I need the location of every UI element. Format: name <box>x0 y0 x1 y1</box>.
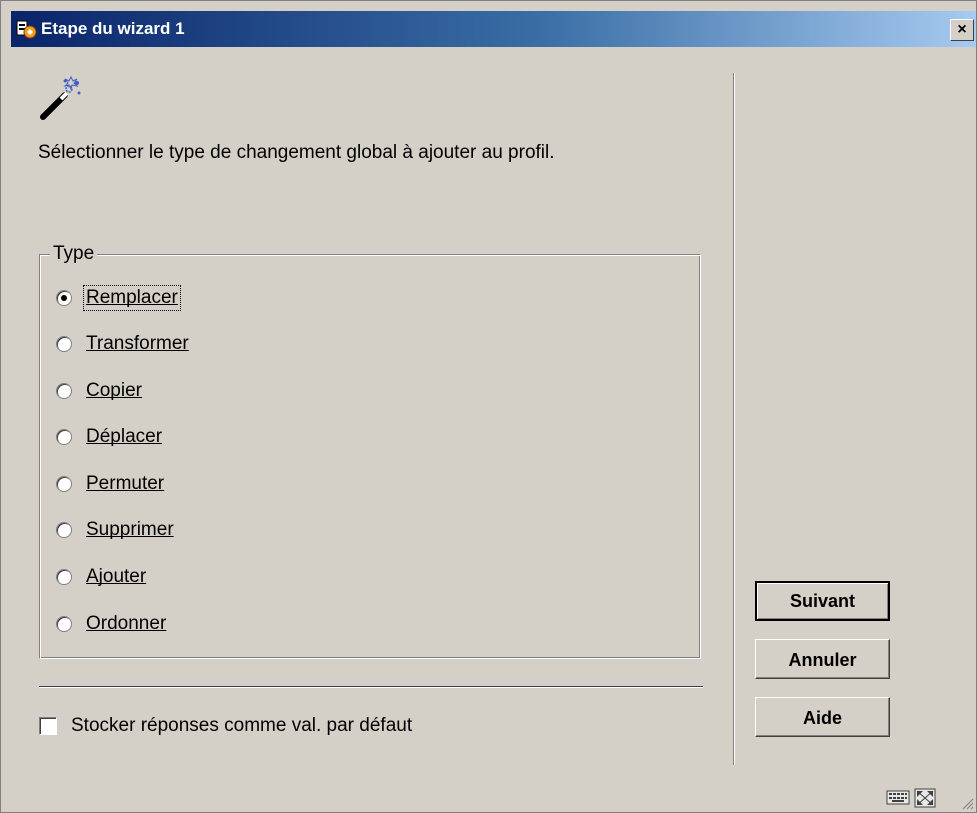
radio-label: Ajouter <box>86 566 147 587</box>
instruction-text: Sélectionner le type de changement globa… <box>38 142 555 163</box>
title-bar[interactable]: Etape du wizard 1 × <box>11 11 976 47</box>
help-button[interactable]: Aide <box>755 697 890 737</box>
radio-label: Transformer <box>86 333 189 354</box>
radio-transformer[interactable]: Transformer <box>56 331 191 357</box>
wizard-window: Etape du wizard 1 × Sélectionner le type… <box>0 0 977 813</box>
radio-copier[interactable]: Copier <box>56 378 144 404</box>
store-defaults-checkbox[interactable]: Stocker réponses comme val. par défaut <box>39 713 412 739</box>
radio-ordonner[interactable]: Ordonner <box>56 611 168 637</box>
radio-label: Remplacer <box>83 285 181 311</box>
type-group-legend: Type <box>50 243 98 265</box>
resize-icon[interactable] <box>914 788 936 812</box>
radio-label: Permuter <box>86 473 165 494</box>
window-title: Etape du wizard 1 <box>41 19 185 38</box>
radio-deplacer[interactable]: Déplacer <box>56 424 164 450</box>
radio-circle[interactable] <box>56 383 72 399</box>
cancel-button[interactable]: Annuler <box>755 639 890 679</box>
radio-label: Ordonner <box>86 613 167 634</box>
size-grip-icon[interactable] <box>960 796 974 810</box>
magic-wand-icon <box>37 73 85 123</box>
type-groupbox <box>39 254 701 659</box>
radio-circle[interactable] <box>56 522 72 538</box>
radio-circle[interactable] <box>56 476 72 492</box>
close-icon: × <box>957 21 967 38</box>
vertical-separator <box>733 73 735 765</box>
radio-remplacer[interactable]: Remplacer <box>56 285 181 311</box>
checkbox-label: Stocker réponses comme val. par défaut <box>71 715 413 736</box>
radio-circle[interactable] <box>56 429 72 445</box>
app-icon <box>15 18 37 40</box>
keyboard-icon[interactable] <box>886 788 910 812</box>
next-button[interactable]: Suivant <box>755 581 890 621</box>
radio-circle[interactable] <box>56 616 72 632</box>
radio-circle[interactable] <box>56 336 72 352</box>
radio-permuter[interactable]: Permuter <box>56 471 166 497</box>
radio-label: Copier <box>86 380 142 401</box>
radio-label: Supprimer <box>86 519 174 540</box>
status-icons <box>886 788 936 812</box>
checkbox-box[interactable] <box>39 717 57 735</box>
horizontal-separator <box>39 686 703 688</box>
radio-circle[interactable] <box>56 569 72 585</box>
radio-supprimer[interactable]: Supprimer <box>56 517 176 543</box>
close-button[interactable]: × <box>950 19 974 41</box>
radio-circle[interactable] <box>56 290 72 306</box>
radio-label: Déplacer <box>86 426 163 447</box>
radio-ajouter[interactable]: Ajouter <box>56 564 148 590</box>
